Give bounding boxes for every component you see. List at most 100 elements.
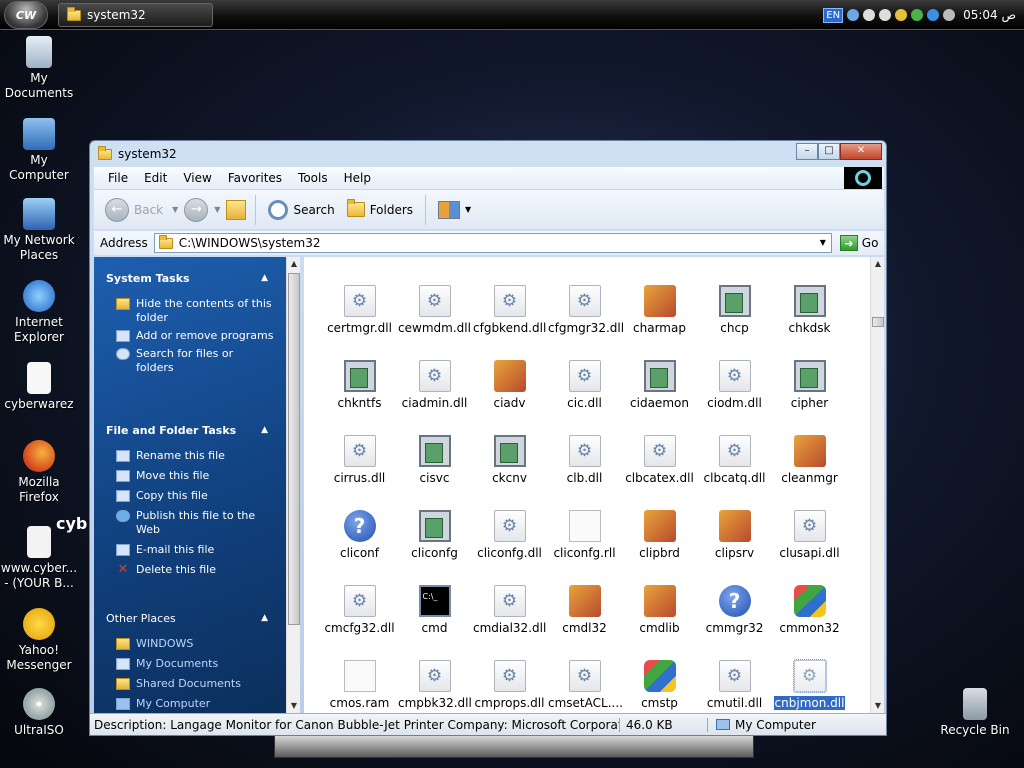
file-item[interactable]: clusapi.dll [772, 510, 847, 560]
file-item[interactable]: cmsetACL.... [547, 660, 623, 710]
file-item[interactable]: ciadv [472, 360, 547, 410]
file-item[interactable]: cmcfg32.dll [322, 585, 397, 635]
desktop-icon-my-computer[interactable]: My Computer [0, 118, 78, 183]
file-item[interactable]: certmgr.dll [322, 285, 397, 335]
file-item[interactable]: cfgmgr32.dll [547, 285, 624, 335]
file-item[interactable]: cfgbkend.dll [472, 285, 547, 335]
file-item[interactable]: cmdial32.dll [472, 585, 547, 635]
task-search-files[interactable]: Search for files or folders [94, 345, 286, 377]
file-item[interactable]: chkntfs [322, 360, 397, 410]
clock[interactable]: 05:04 ص [963, 8, 1016, 22]
task-email-file[interactable]: E-mail this file [94, 539, 286, 559]
task-delete-file[interactable]: ✕ Delete this file [94, 559, 286, 579]
volume-icon[interactable] [879, 9, 892, 21]
file-item[interactable]: cmutil.dll [697, 660, 772, 710]
file-item[interactable]: cliconfg.rll [547, 510, 622, 560]
scroll-down-icon[interactable]: ▼ [871, 699, 885, 713]
file-item[interactable]: cic.dll [547, 360, 622, 410]
file-view-scrollbar[interactable]: ▲ ▼ [870, 257, 884, 713]
folders-button[interactable]: Folders [344, 199, 416, 219]
address-dropdown-icon[interactable]: ▼ [815, 234, 831, 252]
desktop-icon-cyberwarez[interactable]: cyberwarez [0, 362, 78, 412]
menu-file[interactable]: File [100, 171, 136, 185]
task-publish-web[interactable]: Publish this file to the Web [94, 505, 286, 539]
address-input[interactable]: C:\WINDOWS\system32 ▼ [153, 233, 832, 253]
file-item[interactable]: clbcatq.dll [697, 435, 772, 485]
place-shared-documents[interactable]: Shared Documents [94, 673, 286, 693]
search-button[interactable]: Search [265, 198, 337, 222]
menu-edit[interactable]: Edit [136, 171, 175, 185]
desktop-icon-yahoo-messenger[interactable]: Yahoo! Messenger [0, 608, 78, 673]
file-item[interactable]: cewmdm.dll [397, 285, 472, 335]
file-item[interactable]: cipher [772, 360, 847, 410]
file-item[interactable]: cmdl32 [547, 585, 622, 635]
file-item[interactable]: cleanmgr [772, 435, 847, 485]
title-bar[interactable]: system32 – □ ✕ [90, 141, 886, 167]
file-item[interactable]: cnbjmon.dll [772, 659, 847, 710]
file-item[interactable]: cmmon32 [772, 585, 847, 635]
task-pane-scroll-thumb[interactable] [288, 273, 300, 625]
scroll-up-icon[interactable]: ▲ [287, 257, 301, 271]
file-item[interactable]: cliconfg.dll [472, 510, 547, 560]
go-button[interactable]: ➜ Go [839, 235, 878, 251]
file-item[interactable]: cmdlib [622, 585, 697, 635]
desktop-icon-internet-explorer[interactable]: Internet Explorer [0, 280, 78, 345]
close-button[interactable]: ✕ [840, 143, 882, 160]
system-tasks-header[interactable]: System Tasks ▲ [94, 265, 286, 291]
desktop-icon-firefox[interactable]: Mozilla Firefox [0, 440, 78, 505]
maximize-button[interactable]: □ [818, 143, 840, 160]
forward-arrow-icon[interactable]: → [184, 197, 209, 222]
task-move-file[interactable]: Move this file [94, 465, 286, 485]
menu-favorites[interactable]: Favorites [220, 171, 290, 185]
file-item[interactable]: cmstp [622, 660, 697, 710]
file-item[interactable]: ? cliconf [322, 510, 397, 560]
minimize-button[interactable]: – [796, 143, 818, 160]
scroll-down-icon[interactable]: ▼ [287, 699, 301, 713]
place-windows[interactable]: WINDOWS [94, 635, 286, 653]
desktop-icon-network-places[interactable]: My Network Places [0, 198, 78, 263]
file-item[interactable]: clipsrv [697, 510, 772, 560]
back-button[interactable]: ← Back [102, 196, 166, 224]
file-item[interactable]: cliconfg [397, 510, 472, 560]
checkmark-icon[interactable] [911, 9, 924, 21]
forward-dropdown-icon[interactable]: ▼ [214, 205, 220, 214]
task-add-remove-programs[interactable]: Add or remove programs [94, 327, 286, 345]
file-item[interactable]: clipbrd [622, 510, 697, 560]
menu-help[interactable]: Help [336, 171, 379, 185]
file-item[interactable]: cisvc [397, 435, 472, 485]
file-item[interactable]: C:\_ cmd [397, 585, 472, 635]
start-button[interactable]: CW [4, 1, 48, 29]
desktop-icon-website-shortcut[interactable]: www.cyber... - (YOUR B... [0, 526, 78, 591]
file-item[interactable]: ? cmmgr32 [697, 585, 772, 635]
back-dropdown-icon[interactable]: ▼ [172, 205, 178, 214]
file-item[interactable]: cmprops.dll [472, 660, 547, 710]
smiley-icon[interactable] [863, 9, 876, 21]
views-button[interactable]: ▼ [435, 199, 474, 221]
file-item[interactable]: clbcatex.dll [622, 435, 697, 485]
place-my-documents[interactable]: My Documents [94, 653, 286, 673]
file-item[interactable]: cirrus.dll [322, 435, 397, 485]
language-indicator[interactable]: EN [823, 7, 844, 23]
task-pane-scrollbar[interactable]: ▲ ▼ [286, 257, 300, 713]
file-item[interactable]: chcp [697, 285, 772, 335]
file-item[interactable]: cmos.ram [322, 660, 397, 710]
network-icon[interactable] [847, 9, 860, 21]
task-rename-file[interactable]: Rename this file [94, 447, 286, 465]
other-places-header[interactable]: Other Places ▲ [94, 605, 286, 631]
file-item[interactable]: chkdsk [772, 285, 847, 335]
file-item[interactable]: clb.dll [547, 435, 622, 485]
file-view-scroll-thumb[interactable] [872, 317, 884, 327]
file-item[interactable]: ciadmin.dll [397, 360, 472, 410]
shield-icon[interactable] [895, 9, 908, 21]
security-icon[interactable] [927, 9, 940, 21]
task-hide-contents[interactable]: Hide the contents of this folder [94, 295, 286, 327]
file-item[interactable]: ciodm.dll [697, 360, 772, 410]
file-item[interactable]: cidaemon [622, 360, 697, 410]
speaker-icon[interactable] [943, 9, 956, 21]
desktop-icon-my-documents[interactable]: My Documents [0, 36, 78, 101]
up-folder-icon[interactable] [226, 199, 247, 220]
task-copy-file[interactable]: Copy this file [94, 485, 286, 505]
file-item[interactable]: cmpbk32.dll [397, 660, 472, 710]
desktop-icon-recycle-bin[interactable]: Recycle Bin [936, 688, 1014, 738]
file-item[interactable]: charmap [622, 285, 697, 335]
